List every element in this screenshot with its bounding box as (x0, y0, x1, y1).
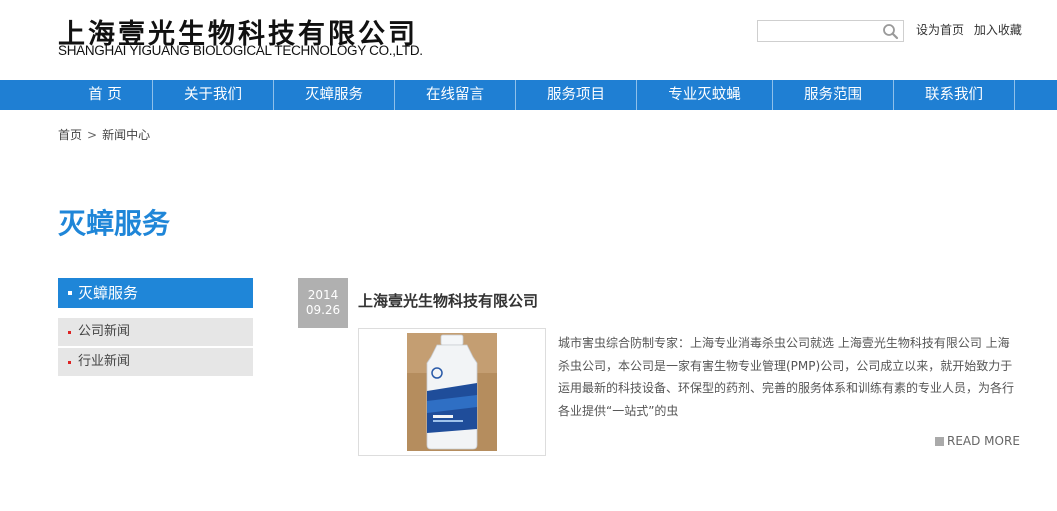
breadcrumb: 首页 > 新闻中心 (58, 126, 150, 143)
date-badge: 2014 09.26 (298, 278, 348, 328)
nav-item-mosquito-fly[interactable]: 专业灭蚊蝇 (637, 80, 773, 110)
read-more-link[interactable]: READ MORE (935, 434, 1020, 448)
magnifier-icon[interactable] (879, 22, 901, 40)
search-box (757, 20, 904, 42)
set-home-link[interactable]: 设为首页 (916, 23, 964, 37)
sidebar-item-industry-news[interactable]: 行业新闻 (58, 348, 253, 376)
nav-item-message[interactable]: 在线留言 (395, 80, 516, 110)
nav-item-services[interactable]: 服务项目 (516, 80, 637, 110)
nav-item-service-area[interactable]: 服务范围 (773, 80, 894, 110)
date-year: 2014 (307, 288, 339, 302)
nav-item-contact[interactable]: 联系我们 (894, 80, 1015, 110)
sidebar-header[interactable]: 灭蟑服务 (58, 278, 253, 308)
article-thumbnail[interactable] (358, 328, 546, 456)
sidebar-item-company-news[interactable]: 公司新闻 (58, 318, 253, 346)
read-more-label: READ MORE (947, 434, 1020, 448)
square-bullet-icon (935, 437, 944, 446)
article-description: 城市害虫综合防制专家：上海专业消毒杀虫公司就选 上海壹光生物科技有限公司 上海杀… (558, 336, 1015, 418)
add-favorite-link[interactable]: 加入收藏 (974, 23, 1022, 37)
logo-english-name: SHANGHAI YIGUANG BIOLOGICAL TECHNOLOGY C… (58, 43, 423, 58)
date-month-day: 09.26 (305, 303, 341, 317)
breadcrumb-current[interactable]: 新闻中心 (102, 128, 150, 142)
header-links: 设为首页 加入收藏 (916, 21, 1022, 38)
nav-item-home[interactable]: 首 页 (58, 80, 153, 110)
page-title: 灭蟑服务 (58, 207, 171, 240)
article-title[interactable]: 上海壹光生物科技有限公司 (358, 290, 538, 311)
nav-item-about[interactable]: 关于我们 (153, 80, 274, 110)
nav-item-cockroach-service[interactable]: 灭蟑服务 (274, 80, 395, 110)
search-input[interactable] (758, 21, 884, 41)
product-bottle-image (407, 333, 497, 451)
breadcrumb-separator: > (87, 128, 98, 142)
main-nav: 首 页 关于我们 灭蟑服务 在线留言 服务项目 专业灭蚊蝇 服务范围 联系我们 (0, 80, 1057, 110)
breadcrumb-home[interactable]: 首页 (58, 128, 82, 142)
